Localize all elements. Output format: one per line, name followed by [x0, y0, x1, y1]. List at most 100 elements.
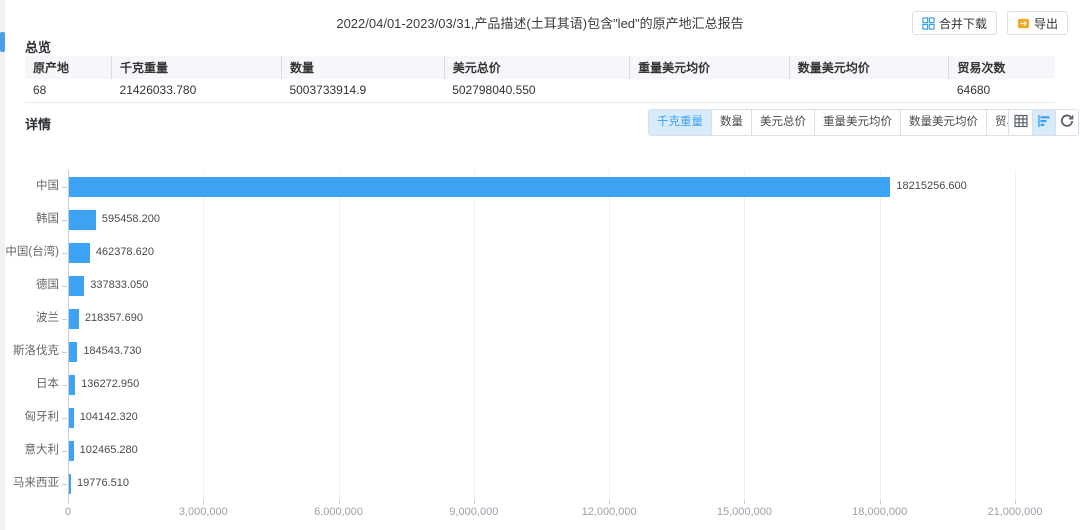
category-tick — [62, 451, 67, 452]
export-icon — [1017, 17, 1030, 30]
x-axis-label: 18,000,000 — [852, 506, 907, 518]
category-label: 韩国 — [0, 203, 59, 236]
overview-table-row: 6821426033.7805003733914.9502798040.5506… — [25, 79, 1055, 102]
bar[interactable] — [69, 375, 75, 395]
column-header: 原产地 — [25, 56, 112, 79]
header-actions: 合并下载 导出 — [912, 11, 1068, 35]
column-header: 千克重量 — [112, 56, 282, 79]
bar[interactable] — [69, 243, 90, 263]
category-label: 德国 — [0, 269, 59, 302]
scrollbar-thumb[interactable] — [0, 32, 5, 52]
bar-value-label: 102465.280 — [80, 434, 138, 467]
chart-row: 波兰 218357.690 — [0, 302, 1080, 335]
table-cell — [630, 79, 790, 102]
table-cell — [789, 79, 949, 102]
x-axis-label: 3,000,000 — [179, 506, 228, 518]
bar[interactable] — [69, 408, 74, 428]
x-axis-tick — [339, 500, 340, 504]
category-tick — [62, 385, 67, 386]
x-axis-label: 15,000,000 — [717, 506, 772, 518]
column-header: 美元总价 — [444, 56, 629, 79]
x-axis-tick — [474, 500, 475, 504]
category-label: 匈牙利 — [0, 401, 59, 434]
category-label: 意大利 — [0, 434, 59, 467]
metric-tab[interactable]: 数量 — [711, 110, 751, 135]
metric-tab[interactable]: 美元总价 — [751, 110, 814, 135]
category-label: 斯洛伐克 — [0, 335, 59, 368]
chart-row: 韩国 595458.200 — [0, 203, 1080, 236]
table-view-button[interactable] — [1009, 110, 1032, 135]
chart-row: 中国18215256.600 — [0, 170, 1080, 203]
column-header: 贸易次数 — [949, 56, 1055, 79]
category-tick — [62, 319, 67, 320]
export-label: 导出 — [1034, 15, 1058, 32]
origin-bar-chart: 03,000,0006,000,0009,000,00012,000,00015… — [0, 150, 1080, 530]
merge-download-label: 合并下载 — [939, 15, 987, 32]
category-label: 马来西亚 — [0, 467, 59, 500]
bar-value-label: 595458.200 — [102, 203, 160, 236]
metric-tabs: 千克重量数量美元总价重量美元均价数量美元均价贸易次数 — [648, 109, 1050, 136]
bar[interactable] — [69, 177, 890, 197]
x-axis-label: 21,000,000 — [987, 506, 1042, 518]
bar[interactable] — [69, 210, 96, 230]
chart-row: 匈牙利 104142.320 — [0, 401, 1080, 434]
chart-row: 中国(台湾) 462378.620 — [0, 236, 1080, 269]
bar-value-label: 136272.950 — [81, 368, 139, 401]
bar[interactable] — [69, 441, 74, 461]
merge-download-button[interactable]: 合并下载 — [912, 11, 997, 35]
x-axis-tick — [1015, 500, 1016, 504]
bar[interactable] — [69, 276, 84, 296]
x-axis-tick — [609, 500, 610, 504]
refresh-icon — [1060, 114, 1074, 131]
x-axis-tick — [203, 500, 204, 504]
view-toggle-group — [1008, 109, 1079, 136]
category-label: 波兰 — [0, 302, 59, 335]
column-header: 数量 — [281, 56, 444, 79]
bar[interactable] — [69, 474, 71, 494]
x-axis-label: 6,000,000 — [314, 506, 363, 518]
overview-table-header-row: 原产地千克重量数量美元总价重量美元均价数量美元均价贸易次数 — [25, 56, 1055, 79]
metric-tab[interactable]: 千克重量 — [649, 110, 711, 135]
column-header: 重量美元均价 — [630, 56, 790, 79]
x-axis-label: 9,000,000 — [449, 506, 498, 518]
x-axis-label: 12,000,000 — [582, 506, 637, 518]
category-tick — [62, 418, 67, 419]
category-tick — [62, 484, 67, 485]
category-label: 日本 — [0, 368, 59, 401]
chart-row: 意大利 102465.280 — [0, 434, 1080, 467]
detail-section-label: 详情 — [25, 114, 51, 133]
bar-chart-view-button[interactable] — [1032, 110, 1055, 135]
category-tick — [62, 352, 67, 353]
metric-tab[interactable]: 重量美元均价 — [814, 110, 900, 135]
bar-value-label: 104142.320 — [80, 401, 138, 434]
overview-table: 原产地千克重量数量美元总价重量美元均价数量美元均价贸易次数 6821426033… — [25, 56, 1055, 103]
x-axis-tick — [744, 500, 745, 504]
table-cell: 64680 — [949, 79, 1055, 102]
bar[interactable] — [69, 342, 77, 362]
overview-section-label: 总览 — [25, 37, 51, 56]
category-tick — [62, 187, 67, 188]
bar-value-label: 218357.690 — [85, 302, 143, 335]
metric-tab[interactable]: 数量美元均价 — [900, 110, 986, 135]
chart-row: 德国 337833.050 — [0, 269, 1080, 302]
table-cell: 21426033.780 — [112, 79, 282, 102]
x-axis-tick — [880, 500, 881, 504]
bar-value-label: 337833.050 — [90, 269, 148, 302]
refresh-button[interactable] — [1055, 110, 1078, 135]
category-label: 中国(台湾) — [0, 236, 59, 269]
x-axis-tick — [68, 500, 69, 504]
table-icon — [1014, 114, 1028, 131]
export-button[interactable]: 导出 — [1007, 11, 1068, 35]
chart-row: 日本 136272.950 — [0, 368, 1080, 401]
bar-chart-icon — [1037, 114, 1051, 131]
bar-value-label: 462378.620 — [96, 236, 154, 269]
column-header: 数量美元均价 — [789, 56, 949, 79]
table-cell: 68 — [25, 79, 112, 102]
chart-row: 马来西亚 19776.510 — [0, 467, 1080, 500]
category-tick — [62, 253, 67, 254]
chart-row: 斯洛伐克184543.730 — [0, 335, 1080, 368]
category-tick — [62, 286, 67, 287]
bar[interactable] — [69, 309, 79, 329]
bar-value-label: 19776.510 — [77, 467, 129, 500]
table-cell: 5003733914.9 — [281, 79, 444, 102]
